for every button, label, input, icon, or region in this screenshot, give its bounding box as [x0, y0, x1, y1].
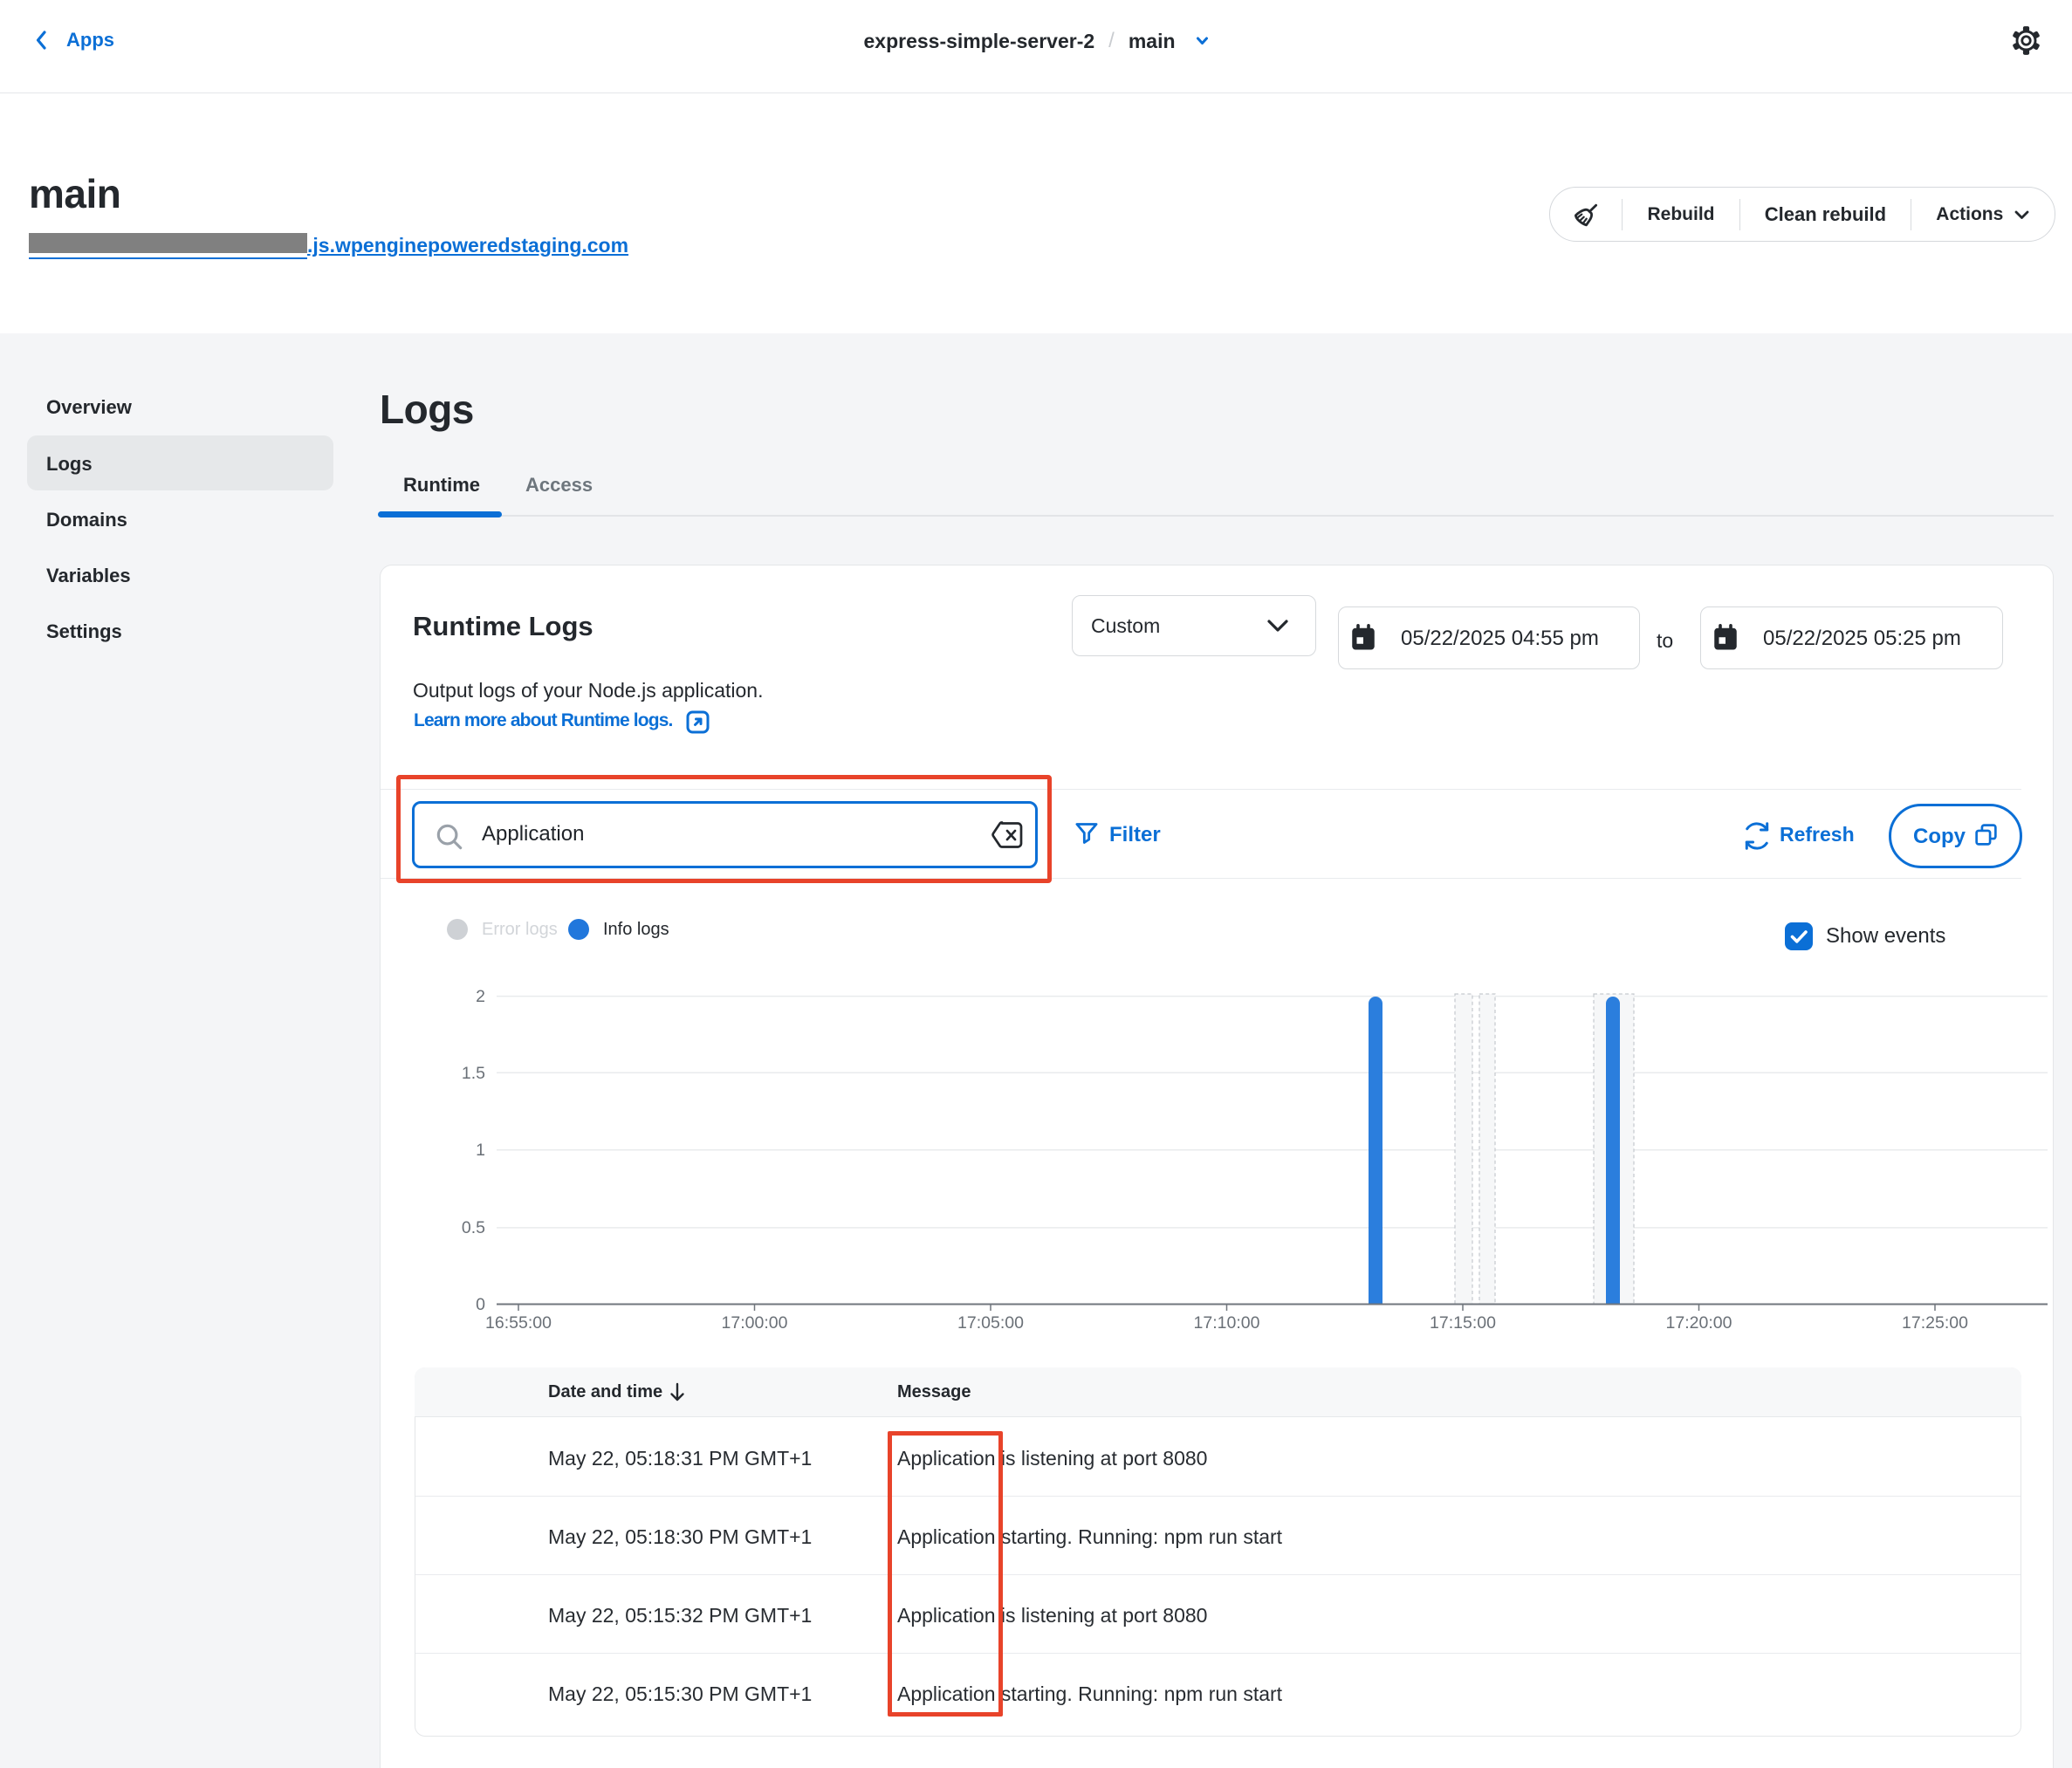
svg-text:0: 0	[476, 1295, 485, 1314]
svg-text:17:10:00: 17:10:00	[1194, 1313, 1260, 1333]
svg-text:17:25:00: 17:25:00	[1902, 1313, 1968, 1333]
svg-text:0.5: 0.5	[462, 1218, 485, 1237]
svg-text:1.5: 1.5	[462, 1064, 485, 1083]
svg-text:17:15:00: 17:15:00	[1430, 1313, 1496, 1333]
svg-text:1: 1	[476, 1141, 485, 1160]
svg-text:17:00:00: 17:00:00	[722, 1313, 788, 1333]
svg-text:2: 2	[476, 987, 485, 1006]
svg-text:17:05:00: 17:05:00	[957, 1313, 1024, 1333]
svg-text:16:55:00: 16:55:00	[485, 1313, 552, 1333]
svg-text:17:20:00: 17:20:00	[1666, 1313, 1732, 1333]
